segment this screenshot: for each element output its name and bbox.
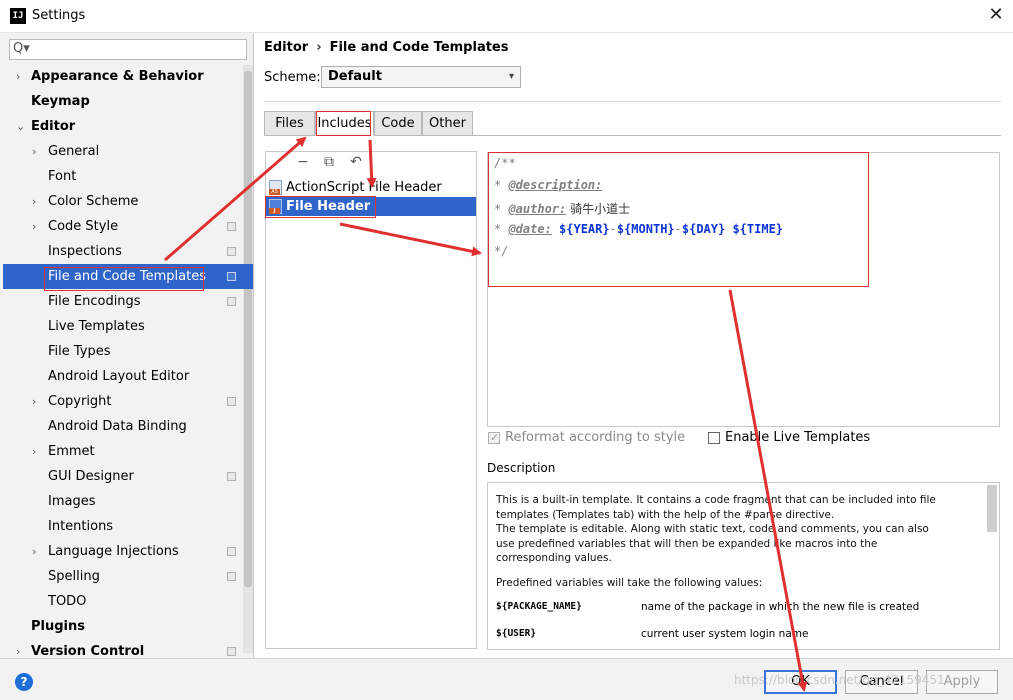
annotation-arrow (164, 136, 307, 262)
annotation-arrow (366, 139, 377, 188)
annotation-arrows (164, 136, 808, 692)
annotation-arrow (339, 222, 482, 257)
annotation-arrow (728, 289, 808, 692)
